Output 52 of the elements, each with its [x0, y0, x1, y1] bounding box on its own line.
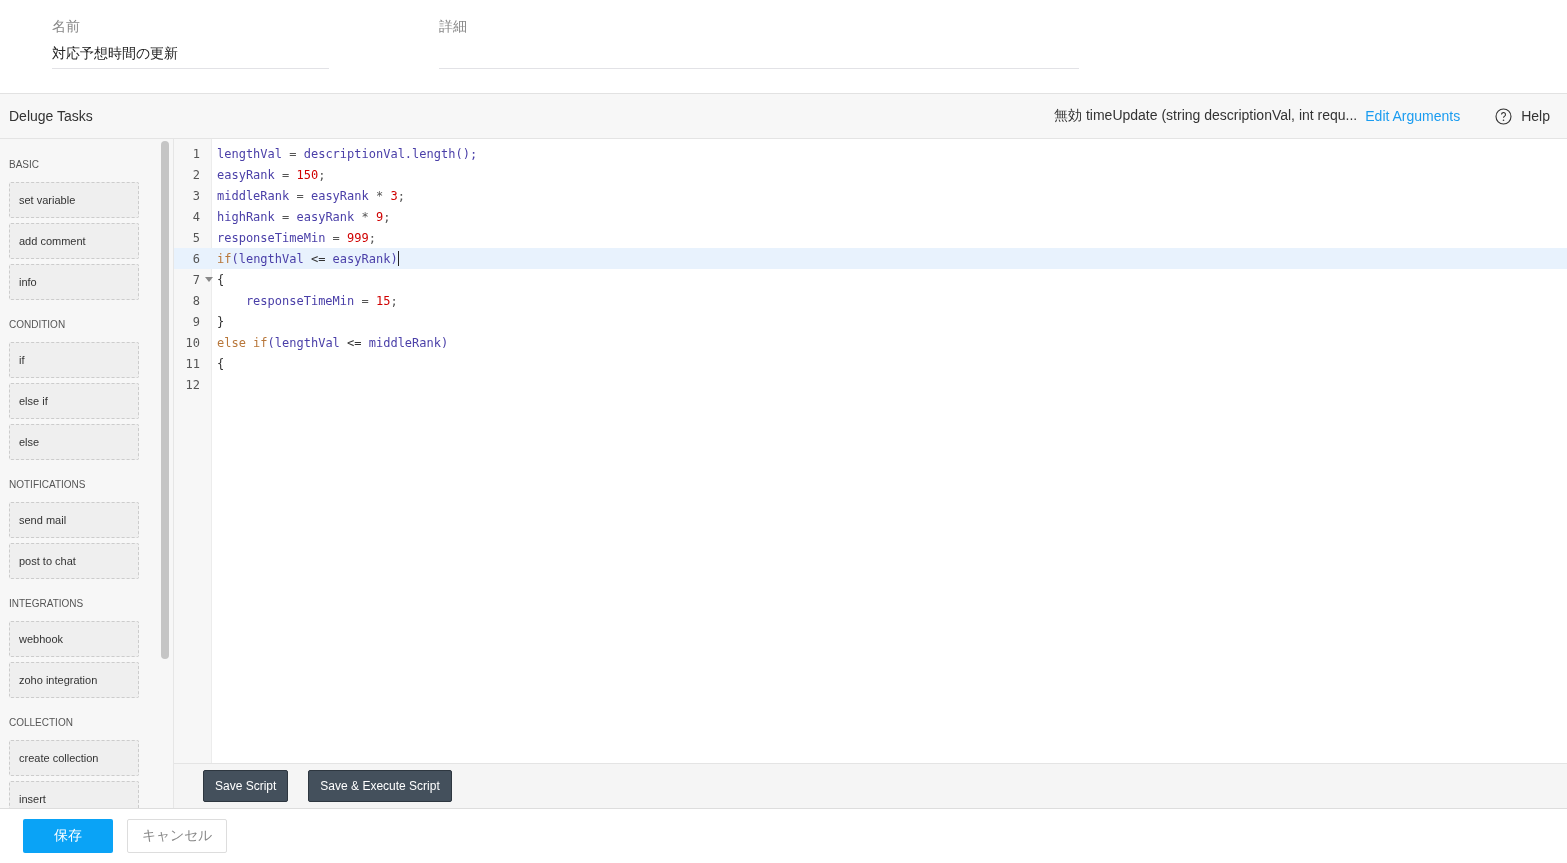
line-number: 12 [184, 377, 200, 392]
script-button[interactable]: Save Script [203, 770, 289, 802]
input-field[interactable]: 対応予想時間の更新 [52, 40, 329, 69]
code-line: { [217, 272, 225, 287]
code-line: easyRank = 150; [217, 167, 326, 182]
task-item[interactable]: send mail [9, 502, 139, 538]
scrollbar-thumb[interactable] [161, 141, 169, 659]
code-line: highRank = easyRank * 9; [217, 209, 391, 224]
panel-title: Deluge Tasks [9, 108, 93, 124]
line-number: 9 [191, 314, 200, 329]
code-line: lengthVal = descriptionVal.length(); [217, 146, 478, 161]
field-label: 名前 [52, 18, 81, 36]
line-number: 5 [191, 230, 200, 245]
task-item[interactable]: else [9, 424, 139, 460]
line-number: 7 [191, 272, 200, 287]
section-heading: COLLECTION [9, 717, 74, 728]
code-line: responseTimeMin = 15; [244, 293, 398, 308]
code-line: responseTimeMin = 999; [217, 230, 376, 245]
line-number: 8 [191, 293, 200, 308]
section-heading: INTEGRATIONS [9, 598, 85, 609]
code-line: } [217, 314, 225, 329]
line-number: 2 [191, 167, 200, 182]
line-number: 11 [184, 356, 200, 371]
task-item[interactable]: zoho integration [9, 662, 139, 698]
task-item[interactable]: add comment [9, 223, 139, 259]
task-item[interactable]: create collection [9, 740, 139, 776]
task-item[interactable]: insert [9, 781, 139, 808]
help-link[interactable]: Help [1495, 107, 1550, 125]
function-signature: 無効 timeUpdate (string descriptionVal, int requ... [1054, 107, 1358, 125]
code-line: middleRank = easyRank * 3; [217, 188, 405, 203]
task-item[interactable]: else if [9, 383, 139, 419]
task-item[interactable]: post to chat [9, 543, 139, 579]
section-heading: CONDITION [9, 319, 67, 330]
task-item[interactable]: if [9, 342, 139, 378]
code-line: if(lengthVal <= easyRank) [217, 251, 399, 266]
script-button[interactable]: Save & Execute Script [308, 770, 452, 802]
task-item[interactable]: set variable [9, 182, 139, 218]
task-item[interactable]: info [9, 264, 139, 300]
fold-caret-icon[interactable] [204, 277, 213, 282]
cancel-button[interactable]: キャンセル [127, 819, 227, 853]
code-line: else if(lengthVal <= middleRank) [217, 335, 449, 350]
section-heading: NOTIFICATIONS [9, 479, 87, 490]
line-number: 10 [184, 335, 200, 350]
line-number: 3 [191, 188, 200, 203]
help-icon [1495, 107, 1513, 125]
line-number: 6 [191, 251, 200, 266]
task-item[interactable]: webhook [9, 621, 139, 657]
line-number: 1 [191, 146, 200, 161]
line-number: 4 [191, 209, 200, 224]
section-heading: BASIC [9, 159, 40, 170]
code-line: { [217, 356, 225, 371]
field-label: 詳細 [439, 18, 468, 36]
